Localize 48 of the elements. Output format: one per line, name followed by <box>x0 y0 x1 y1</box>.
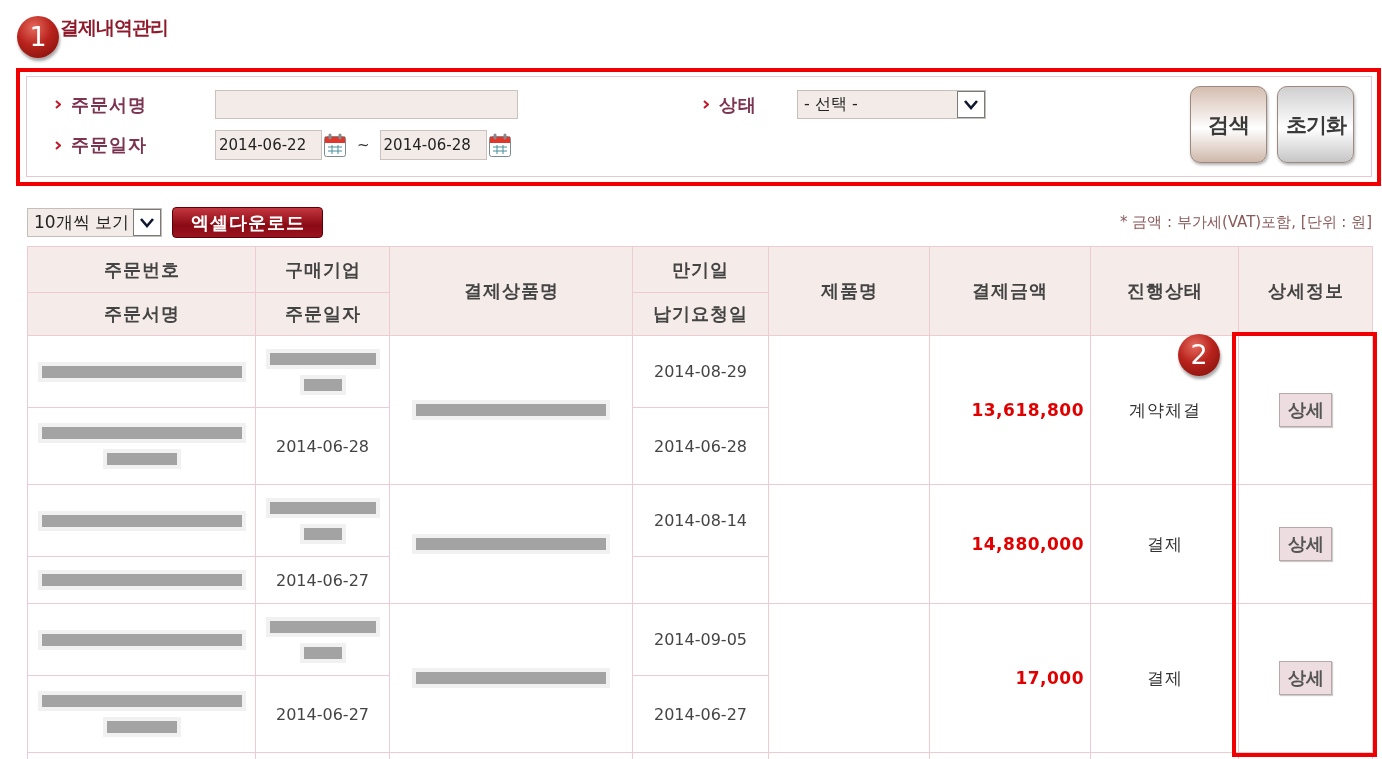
due-date: 2014-08-14 <box>654 511 747 530</box>
order-date: 2014-06-28 <box>276 436 369 456</box>
order-date: 2014-06-27 <box>276 570 369 590</box>
due-date: 2014-09-05 <box>654 630 747 649</box>
calendar-icon <box>324 133 346 157</box>
field-label: 상태 <box>719 92 757 117</box>
due-date: 2014-08-29 <box>654 362 747 381</box>
reset-button[interactable]: 초기화 <box>1277 86 1354 163</box>
column-header: 주문일자 <box>255 292 390 336</box>
date-field[interactable]: 2014-06-22 <box>215 130 322 160</box>
column-header: 제품명 <box>768 246 930 336</box>
column-header: 구매기업 <box>255 246 390 293</box>
status-select[interactable]: - 선택 - <box>797 90 986 119</box>
detail-button[interactable]: 상세 <box>1279 661 1332 695</box>
callout-number: 2 <box>1178 334 1220 376</box>
order-name-field[interactable] <box>215 90 518 119</box>
chevron-right-icon <box>703 100 709 109</box>
chevron-right-icon <box>55 140 61 150</box>
page-title: 결제내역관리 <box>60 15 168 39</box>
payment-amount: 17,000 <box>1015 668 1084 688</box>
column-header: 결제상품명 <box>389 246 633 336</box>
calendar-icon <box>488 133 511 157</box>
detail-button[interactable]: 상세 <box>1279 393 1332 427</box>
field-label: 주문서명 <box>71 92 147 117</box>
status-text: 결제 <box>1146 667 1183 688</box>
payment-amount: 13,618,800 <box>971 400 1084 420</box>
date-field[interactable]: 2014-06-28 <box>379 130 487 160</box>
amount-note: * 금액 : 부가세(VAT)포함, [단위 : 원] <box>1120 213 1372 232</box>
payment-amount: 14,880,000 <box>971 534 1084 554</box>
requested-delivery-date: 2014-06-28 <box>654 436 747 456</box>
column-header: 만기일 <box>632 246 769 293</box>
column-header: 납기요청일 <box>632 292 769 336</box>
requested-delivery-date: 2014-06-27 <box>654 704 747 724</box>
range-separator: ~ <box>357 136 370 154</box>
detail-button[interactable]: 상세 <box>1279 527 1332 561</box>
column-header: 주문서명 <box>27 292 256 336</box>
status-text: 결제 <box>1146 533 1183 554</box>
order-date: 2014-06-27 <box>276 704 369 724</box>
page-size-select[interactable]: 10개씩 보기 <box>27 208 162 237</box>
search-button[interactable]: 검색 <box>1190 86 1267 163</box>
column-header: 주문번호 <box>27 246 256 293</box>
callout-number: 1 <box>17 16 59 58</box>
column-header: 진행상태 <box>1090 246 1239 336</box>
column-header: 결제금액 <box>929 246 1091 336</box>
excel-download-button[interactable]: 엑셀다운로드 <box>172 207 323 238</box>
field-label: 주문일자 <box>71 133 147 157</box>
chevron-right-icon <box>55 100 61 109</box>
status-text: 계약체결 <box>1128 399 1201 420</box>
